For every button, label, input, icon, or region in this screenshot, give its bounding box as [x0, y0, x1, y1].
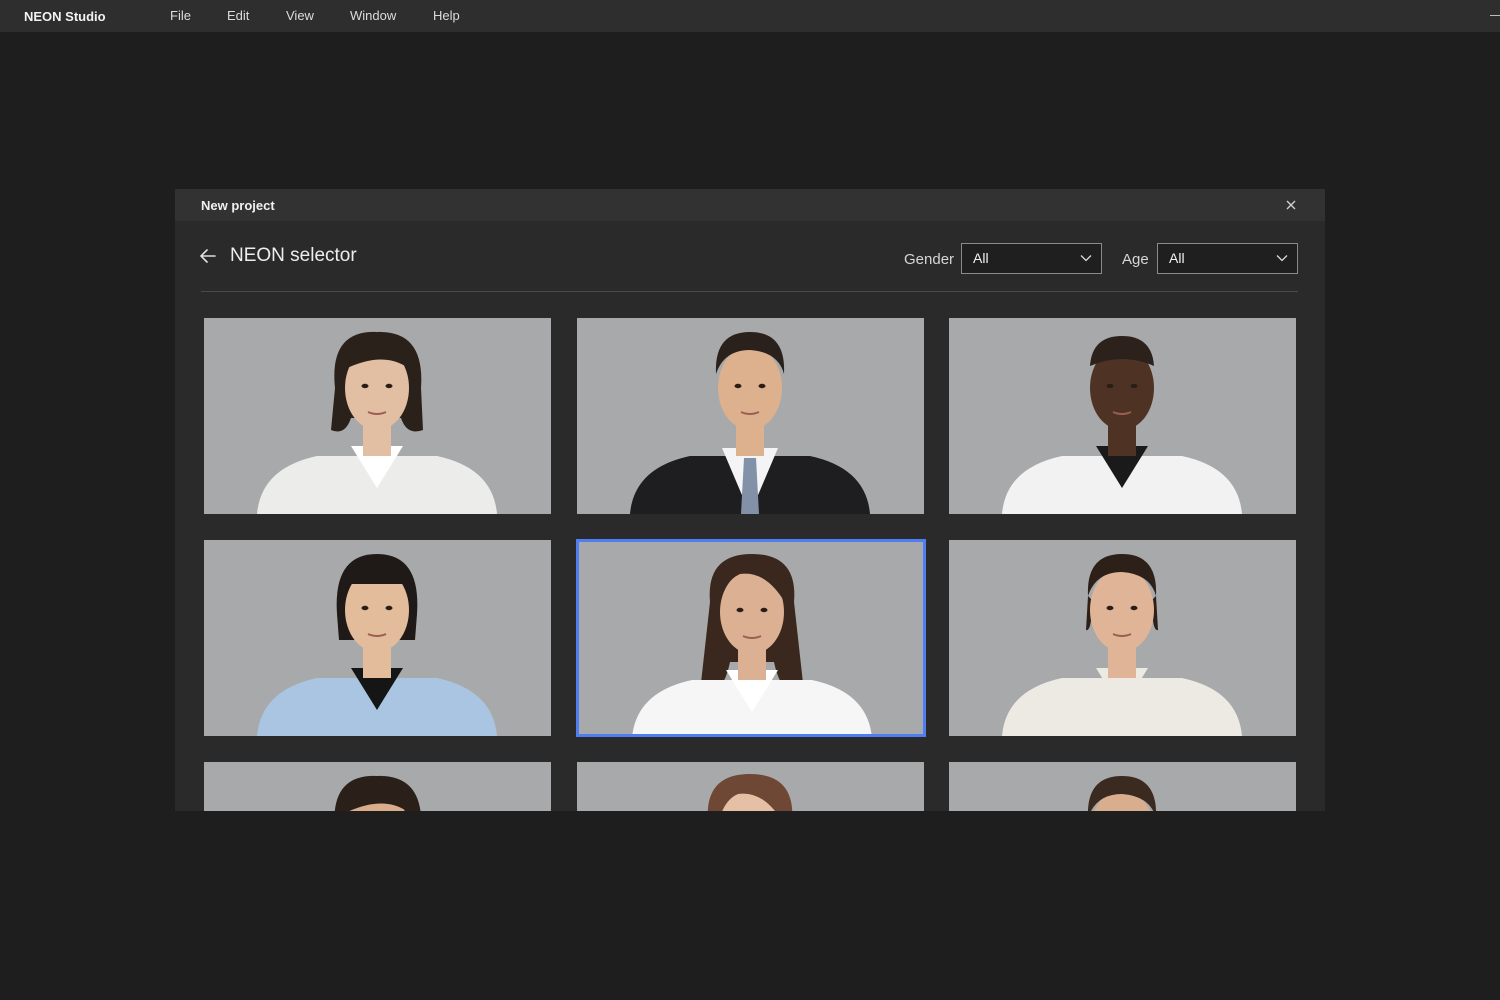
avatar-card[interactable] [204, 762, 551, 811]
chevron-down-icon [1080, 255, 1092, 262]
avatar-portrait [949, 318, 1296, 514]
avatar-card[interactable] [577, 318, 924, 514]
age-label: Age [1122, 251, 1149, 268]
menu-help[interactable]: Help [433, 8, 460, 23]
avatar-portrait [204, 318, 551, 514]
back-button[interactable] [197, 245, 219, 267]
avatar-portrait [204, 540, 551, 736]
avatar-portrait [949, 540, 1296, 736]
age-select[interactable]: All [1157, 243, 1298, 274]
avatar-portrait [949, 762, 1296, 811]
avatar-card[interactable] [949, 318, 1296, 514]
gender-select-value: All [973, 250, 989, 266]
dialog-title: New project [201, 198, 275, 213]
minimize-icon[interactable] [1490, 15, 1500, 16]
selector-title: NEON selector [230, 245, 357, 266]
new-project-dialog: New project NEON selector Gender All Age… [175, 189, 1325, 811]
app-name: NEON Studio [24, 9, 106, 24]
close-icon [1286, 200, 1296, 210]
avatar-portrait [577, 762, 924, 811]
gender-select[interactable]: All [961, 243, 1102, 274]
avatar-card-selected[interactable] [576, 539, 926, 737]
menu-window[interactable]: Window [350, 8, 396, 23]
dialog-header: New project [175, 189, 1325, 221]
menu-edit[interactable]: Edit [227, 8, 249, 23]
avatar-card[interactable] [577, 762, 924, 811]
header-divider [201, 291, 1298, 292]
gender-label: Gender [904, 251, 955, 268]
chevron-down-icon [1276, 255, 1288, 262]
arrow-left-icon [200, 249, 216, 263]
menu-file[interactable]: File [170, 8, 191, 23]
close-button[interactable] [1281, 195, 1301, 215]
menu-bar: NEON Studio File Edit View Window Help [0, 0, 1500, 32]
avatar-portrait [204, 762, 551, 811]
avatar-portrait [577, 318, 924, 514]
avatar-card[interactable] [204, 540, 551, 736]
age-select-value: All [1169, 250, 1185, 266]
avatar-card[interactable] [949, 762, 1296, 811]
avatar-card[interactable] [949, 540, 1296, 736]
menu-view[interactable]: View [286, 8, 314, 23]
avatar-card[interactable] [204, 318, 551, 514]
avatar-portrait [579, 542, 923, 734]
